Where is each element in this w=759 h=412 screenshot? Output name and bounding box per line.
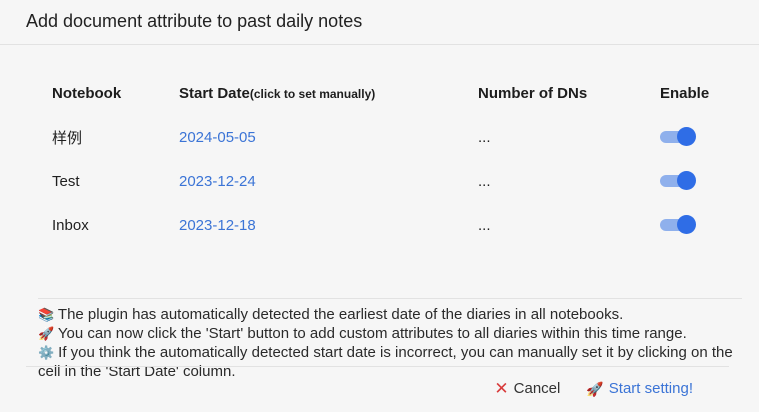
footer-divider <box>26 366 729 367</box>
notebook-name: Inbox <box>52 216 89 234</box>
info-text: You can now click the 'Start' button to … <box>57 325 687 342</box>
header-start-date: Start Date(click to set manually) <box>167 71 466 115</box>
books-icon: 📚 <box>38 307 55 322</box>
start-date-cell[interactable]: 2023-12-24 <box>179 173 256 190</box>
dialog: Add document attribute to past daily not… <box>0 0 759 412</box>
enable-toggle[interactable] <box>660 171 696 191</box>
table-row: Inbox 2023-12-18 ... <box>40 203 740 247</box>
header-start-date-hint: (click to set manually) <box>249 86 376 101</box>
toggle-knob <box>677 127 696 146</box>
notebook-table: Notebook Start Date(click to set manuall… <box>40 71 740 247</box>
info-section: 📚 The plugin has automatically detected … <box>38 298 742 381</box>
info-line: 🚀 You can now click the 'Start' button t… <box>38 324 742 343</box>
notebook-name: Test <box>52 172 80 190</box>
table-row: Test 2023-12-24 ... <box>40 159 740 203</box>
notebook-name: 样例 <box>52 129 83 147</box>
close-icon: ✕ <box>494 379 509 398</box>
cancel-button[interactable]: ✕ Cancel <box>494 380 560 397</box>
header-number-of-dns: Number of DNs <box>478 84 588 102</box>
info-line: 📚 The plugin has automatically detected … <box>38 305 742 324</box>
table-header-row: Notebook Start Date(click to set manuall… <box>40 71 740 115</box>
dn-count: ... <box>478 172 491 190</box>
info-text: If you think the automatically detected … <box>38 344 733 380</box>
info-line: ⚙️ If you think the automatically detect… <box>38 343 742 381</box>
toggle-knob <box>677 171 696 190</box>
dn-count: ... <box>478 128 491 146</box>
info-text: The plugin has automatically detected th… <box>57 306 624 323</box>
table-row: 样例 2024-05-05 ... <box>40 115 740 159</box>
start-date-cell[interactable]: 2023-12-18 <box>179 217 256 234</box>
enable-toggle[interactable] <box>660 127 696 147</box>
start-label: Start setting! <box>608 380 693 397</box>
dialog-footer: ✕ Cancel 🚀 Start setting! <box>494 380 693 397</box>
header-notebook: Notebook <box>52 84 122 102</box>
header-enable: Enable <box>660 84 710 102</box>
rocket-icon: 🚀 <box>38 326 55 341</box>
dialog-title: Add document attribute to past daily not… <box>0 0 759 45</box>
gear-icon: ⚙️ <box>38 345 55 360</box>
header-start-date-label: Start Date <box>179 84 250 102</box>
start-setting-button[interactable]: 🚀 Start setting! <box>586 380 693 397</box>
enable-toggle[interactable] <box>660 215 696 235</box>
toggle-knob <box>677 215 696 234</box>
dn-count: ... <box>478 216 491 234</box>
rocket-icon: 🚀 <box>586 380 604 397</box>
cancel-label: Cancel <box>513 380 561 397</box>
start-date-cell[interactable]: 2024-05-05 <box>179 129 256 146</box>
